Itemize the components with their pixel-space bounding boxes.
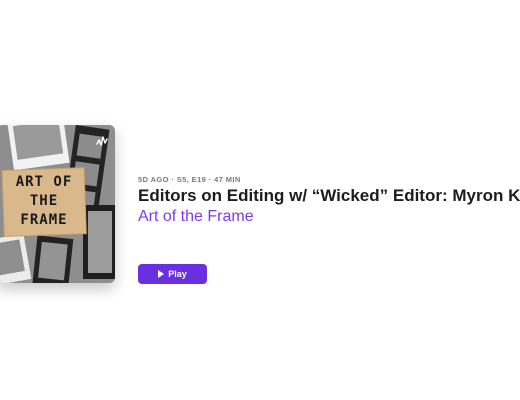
episode-title: Editors on Editing w/ “Wicked” Editor: M… bbox=[138, 186, 520, 205]
podcast-waves-icon bbox=[96, 136, 108, 146]
show-name-link[interactable]: Art of the Frame bbox=[138, 208, 254, 226]
artwork-title-line-1: ART OF bbox=[15, 174, 73, 190]
artwork-title-line-3: FRAME bbox=[20, 212, 68, 228]
play-button-label: Play bbox=[168, 269, 187, 279]
artwork-title: ART OF THE FRAME bbox=[5, 173, 83, 230]
episode-artwork[interactable]: ART OF THE FRAME bbox=[0, 125, 115, 283]
episode-meta: 5D AGO · S5, E19 · 47 MIN bbox=[138, 175, 241, 184]
play-button[interactable]: Play bbox=[138, 264, 207, 284]
episode-page: ART OF THE FRAME 5D AGO · S5, E19 · 47 M… bbox=[0, 0, 520, 400]
play-icon bbox=[158, 270, 165, 278]
artwork-title-line-2: THE bbox=[29, 193, 59, 209]
